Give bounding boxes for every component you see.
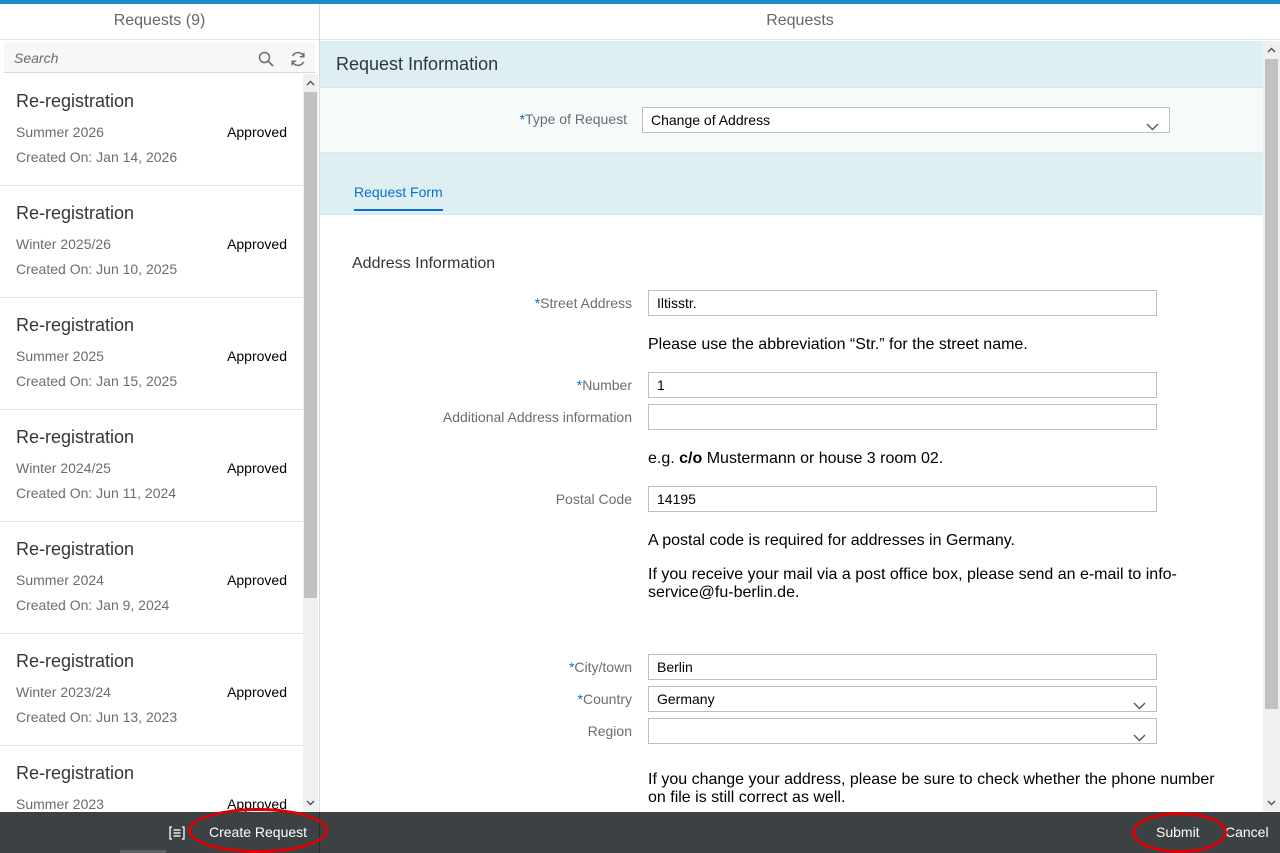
item-created: Created On: Jan 9, 2024 bbox=[16, 597, 170, 613]
list-item[interactable]: Re-registration Summer 2025 Approved Cre… bbox=[0, 298, 303, 410]
status-badge: Approved bbox=[227, 460, 287, 476]
item-created: Created On: Jun 11, 2024 bbox=[16, 485, 177, 501]
cancel-button[interactable]: Cancel bbox=[1225, 812, 1269, 853]
item-semester: Winter 2025/26 bbox=[16, 236, 111, 252]
status-badge: Approved bbox=[227, 348, 287, 364]
type-of-request-value: Change of Address bbox=[651, 112, 771, 128]
item-semester: Summer 2025 bbox=[16, 348, 104, 364]
item-created: Created On: Jan 14, 2026 bbox=[16, 149, 178, 165]
list-item[interactable]: Re-registration Winter 2024/25 Approved … bbox=[0, 410, 303, 522]
list-item[interactable]: Re-registration Summer 2024 Approved Cre… bbox=[0, 522, 303, 634]
list-item[interactable]: Re-registration Summer 2023 Approved bbox=[0, 746, 303, 812]
item-title: Re-registration bbox=[16, 315, 135, 335]
search-icon[interactable] bbox=[255, 48, 277, 70]
country-label: *Country bbox=[577, 691, 632, 707]
chevron-down-icon bbox=[1133, 725, 1146, 749]
request-list: Re-registration Summer 2026 Approved Cre… bbox=[0, 74, 303, 812]
search-input[interactable] bbox=[4, 43, 244, 73]
scroll-down-icon[interactable] bbox=[303, 795, 318, 811]
phone-number-hint: If you change your address, please be su… bbox=[648, 771, 1215, 806]
request-type-row: *Type of Request Change of Address bbox=[320, 88, 1263, 153]
country-select[interactable]: Germany bbox=[648, 686, 1157, 712]
list-item[interactable]: Re-registration Summer 2026 Approved Cre… bbox=[0, 74, 303, 186]
detail-scrollbar[interactable] bbox=[1263, 41, 1280, 812]
postal-code-hint: A postal code is required for addresses … bbox=[648, 532, 1015, 549]
status-badge: Approved bbox=[227, 572, 287, 588]
country-value: Germany bbox=[657, 691, 715, 707]
detail-pane: Requests Request Information *Type of Re… bbox=[320, 4, 1280, 812]
number-label: *Number bbox=[576, 377, 632, 393]
list-item[interactable]: Re-registration Winter 2023/24 Approved … bbox=[0, 634, 303, 746]
item-title: Re-registration bbox=[16, 203, 135, 223]
scroll-down-icon[interactable] bbox=[1263, 795, 1280, 811]
master-scrollbar[interactable] bbox=[303, 74, 318, 812]
po-box-hint: If you receive your mail via a post offi… bbox=[648, 566, 1177, 601]
type-of-request-select[interactable]: Change of Address bbox=[642, 107, 1170, 133]
footer-toolbar: Create Request Submit Cancel bbox=[0, 812, 1280, 853]
item-title: Re-registration bbox=[16, 91, 135, 111]
search-bar bbox=[4, 43, 316, 73]
status-badge: Approved bbox=[227, 796, 287, 812]
item-created: Created On: Jun 13, 2023 bbox=[16, 709, 178, 725]
item-semester: Summer 2026 bbox=[16, 124, 104, 140]
city-label: *City/town bbox=[568, 659, 632, 675]
region-select[interactable] bbox=[648, 718, 1157, 744]
postal-code-input[interactable] bbox=[648, 486, 1157, 512]
item-title: Re-registration bbox=[16, 427, 135, 447]
address-group-title: Address Information bbox=[352, 255, 496, 272]
item-title: Re-registration bbox=[16, 651, 135, 671]
postal-code-label: Postal Code bbox=[555, 491, 632, 507]
tab-bar: Request Form bbox=[320, 153, 1263, 215]
item-semester: Winter 2024/25 bbox=[16, 460, 111, 476]
tab-request-form[interactable]: Request Form bbox=[354, 184, 443, 211]
item-semester: Summer 2024 bbox=[16, 572, 104, 588]
chevron-down-icon bbox=[1146, 114, 1159, 138]
list-item[interactable]: Re-registration Winter 2025/26 Approved … bbox=[0, 186, 303, 298]
scroll-up-icon[interactable] bbox=[303, 75, 318, 91]
submit-button[interactable]: Submit bbox=[1156, 812, 1200, 853]
item-semester: Summer 2023 bbox=[16, 796, 104, 812]
type-of-request-label: *Type of Request bbox=[519, 111, 627, 127]
street-hint: Please use the abbreviation “Str.” for t… bbox=[648, 336, 1028, 353]
scroll-thumb[interactable] bbox=[304, 92, 317, 598]
refresh-icon[interactable] bbox=[287, 48, 309, 70]
item-title: Re-registration bbox=[16, 539, 135, 559]
item-created: Created On: Jun 10, 2025 bbox=[16, 261, 178, 277]
additional-address-input[interactable] bbox=[648, 404, 1157, 430]
footer-divider bbox=[319, 812, 320, 853]
item-title: Re-registration bbox=[16, 763, 135, 783]
street-input[interactable] bbox=[648, 290, 1157, 316]
master-title: Requests (9) bbox=[0, 4, 319, 40]
number-input[interactable] bbox=[648, 372, 1157, 398]
scroll-thumb[interactable] bbox=[1265, 59, 1278, 709]
additional-address-label: Additional Address information bbox=[442, 409, 632, 425]
address-form: Address Information *Street Address Plea… bbox=[320, 215, 1263, 812]
additional-address-hint: e.g. c/o Mustermann or house 3 room 02. bbox=[648, 450, 944, 467]
scroll-up-icon[interactable] bbox=[1263, 42, 1280, 58]
street-label: *Street Address bbox=[534, 295, 632, 311]
section-title: Request Information bbox=[320, 41, 1263, 88]
chevron-down-icon bbox=[1133, 693, 1146, 717]
region-label: Region bbox=[587, 723, 632, 739]
detail-content: Request Information *Type of Request Cha… bbox=[320, 41, 1263, 812]
create-request-button[interactable]: Create Request bbox=[209, 812, 307, 853]
status-badge: Approved bbox=[227, 684, 287, 700]
status-badge: Approved bbox=[227, 236, 287, 252]
detail-title: Requests bbox=[320, 4, 1280, 40]
master-pane: Requests (9) Re-registration Summer 2026… bbox=[0, 4, 320, 812]
city-input[interactable] bbox=[648, 654, 1157, 680]
list-view-icon[interactable] bbox=[168, 812, 186, 853]
item-created: Created On: Jan 15, 2025 bbox=[16, 373, 178, 389]
item-semester: Winter 2023/24 bbox=[16, 684, 111, 700]
status-badge: Approved bbox=[227, 124, 287, 140]
